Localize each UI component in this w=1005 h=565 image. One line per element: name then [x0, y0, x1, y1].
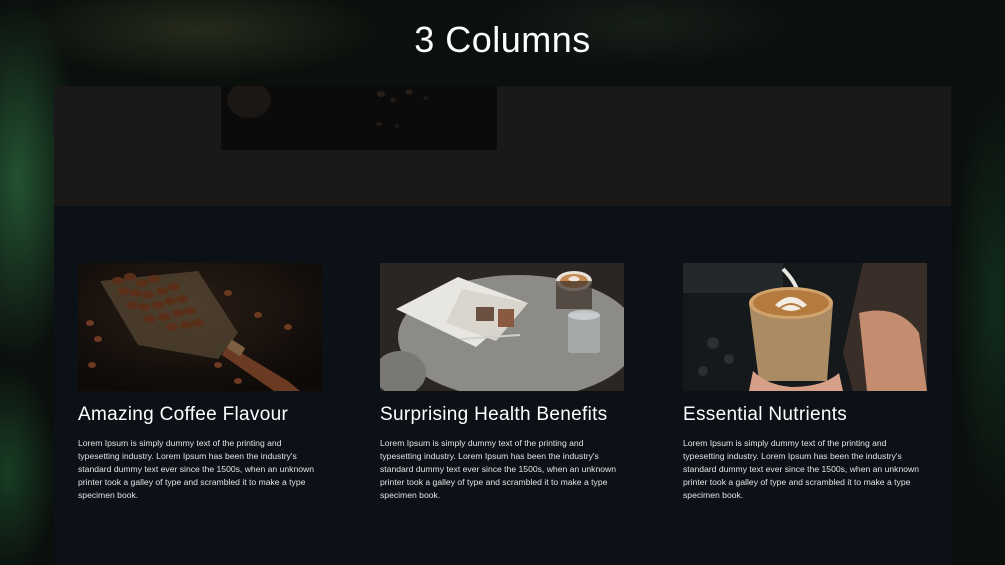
- column-text: Lorem Ipsum is simply dummy text of the …: [683, 438, 919, 500]
- column-title: Essential Nutrients: [683, 404, 848, 425]
- column-text: Lorem Ipsum is simply dummy text of the …: [78, 438, 314, 500]
- column-title: Surprising Health Benefits: [380, 404, 608, 425]
- magazine-latte-image: [380, 263, 624, 391]
- column-card: Surprising Health Benefits Lorem Ipsum i…: [380, 263, 624, 502]
- top-image: [221, 82, 497, 150]
- content-panel: Amazing Coffee Flavour Lorem Ipsum is si…: [54, 82, 951, 565]
- page-title: 3 Columns: [414, 19, 591, 60]
- column-card: Amazing Coffee Flavour Lorem Ipsum is si…: [78, 263, 322, 502]
- latte-art-image: [683, 263, 927, 391]
- top-image-section: [54, 82, 951, 206]
- column-title: Amazing Coffee Flavour: [78, 404, 289, 425]
- coffee-beans-image: [78, 263, 322, 391]
- column-card: Essential Nutrients Lorem Ipsum is simpl…: [683, 263, 927, 502]
- column-text: Lorem Ipsum is simply dummy text of the …: [380, 438, 616, 500]
